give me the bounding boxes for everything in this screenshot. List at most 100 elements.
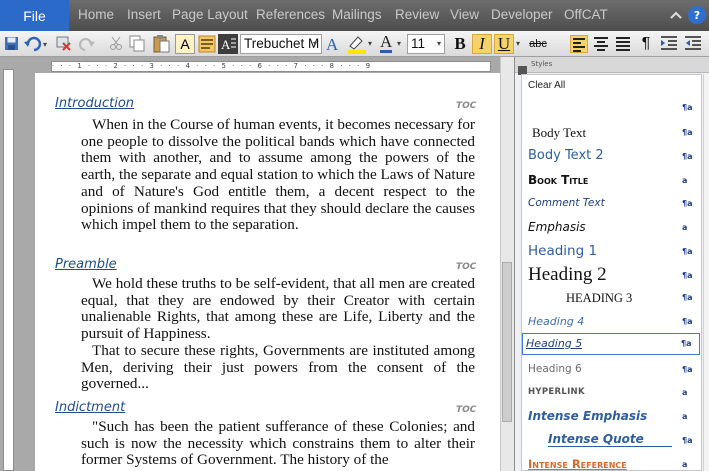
style-item-body-text-2[interactable]: Body Text 2 ¶a — [522, 147, 700, 167]
underline-dropdown-icon[interactable]: ▾ — [516, 34, 520, 54]
undo-icon[interactable] — [24, 36, 42, 56]
show-formatting-button[interactable]: ¶ — [636, 34, 656, 54]
style-item-emphasis[interactable]: Emphasis a — [522, 218, 700, 238]
save-icon[interactable] — [4, 36, 19, 55]
style-item-body-text[interactable]: Body Text ¶a — [522, 123, 700, 143]
character-style-icon: a — [682, 223, 688, 232]
tab-home[interactable]: Home — [78, 7, 114, 22]
style-label: Body Text — [532, 125, 587, 140]
text-highlight-style-icon[interactable]: A — [175, 34, 195, 54]
styles-pane-icon[interactable]: A — [218, 34, 238, 54]
paragraph-style-icon: ¶a — [682, 247, 693, 256]
style-item-heading-6[interactable]: Heading 6 ¶a — [522, 361, 700, 379]
copy-icon[interactable] — [129, 35, 146, 56]
style-label: Emphasis — [528, 220, 586, 234]
style-label: Heading 5 — [526, 337, 583, 350]
styles-gallery-icon[interactable] — [198, 35, 216, 57]
highlight-dropdown-icon[interactable]: ▾ — [368, 34, 372, 54]
paragraph[interactable]: When in the Course of human events, it b… — [81, 116, 475, 234]
undo-dropdown-icon[interactable]: ▾ — [43, 40, 47, 49]
text-color-icon[interactable]: A — [380, 33, 393, 53]
style-label: HYPERLINK — [528, 387, 585, 397]
justify-button[interactable] — [614, 35, 632, 53]
style-item-heading-4[interactable]: Heading 4 ¶a — [522, 313, 700, 331]
indent-icon[interactable] — [660, 34, 678, 56]
style-label: HEADING 3 — [566, 291, 633, 305]
clear-formatting-icon[interactable] — [56, 35, 73, 56]
align-left-button[interactable] — [570, 35, 588, 53]
text-color-dropdown-icon[interactable]: ▾ — [397, 34, 401, 54]
heading-preamble[interactable]: Preamble — [55, 257, 117, 272]
paragraph[interactable]: "Such has been the patient sufferance of… — [81, 418, 475, 469]
style-item-heading-3[interactable]: HEADING 3 ¶a — [522, 289, 700, 307]
cut-icon[interactable] — [109, 36, 123, 55]
paste-icon[interactable] — [153, 34, 170, 57]
heading-indictment[interactable]: Indictment — [55, 400, 125, 415]
style-item-heading-1[interactable]: Heading 1 ¶a — [522, 241, 700, 263]
style-label: Clear All — [528, 80, 566, 91]
tab-view[interactable]: View — [450, 7, 479, 22]
toc-marker: TOC — [456, 101, 477, 111]
style-item-book-title[interactable]: Book Title a — [522, 171, 700, 191]
style-item-heading-2[interactable]: Heading 2 ¶a — [522, 263, 700, 289]
paragraph-style-icon: ¶a — [681, 339, 692, 348]
help-icon[interactable]: ? — [688, 6, 706, 24]
style-item-comment-text[interactable]: Comment Text ¶a — [522, 195, 700, 213]
paragraph[interactable]: That to secure these rights, Governments… — [81, 342, 475, 393]
styles-pane: Styles Clear All ¶a Body Text ¶a Body Te… — [514, 57, 709, 471]
style-label: Intense Quote — [548, 432, 672, 447]
style-item-intense-emphasis[interactable]: Intense Emphasis a — [522, 407, 700, 427]
styles-scrollbar[interactable] — [703, 74, 709, 471]
tab-offcat[interactable]: OffCAT — [564, 7, 608, 22]
italic-button[interactable]: I — [472, 34, 492, 54]
tab-page-layout[interactable]: Page Layout — [172, 7, 248, 22]
style-label: Comment Text — [528, 197, 605, 209]
styles-pane-title: Styles — [531, 60, 553, 68]
font-size-dropdown-icon[interactable]: ▾ — [437, 34, 441, 54]
style-item-hyperlink[interactable]: HYPERLINK a — [522, 385, 700, 401]
tab-insert[interactable]: Insert — [127, 7, 161, 22]
chevron-up-icon[interactable] — [667, 6, 685, 24]
style-label: Book Title — [528, 173, 589, 187]
paragraph-style-icon: ¶a — [682, 365, 693, 374]
document-page[interactable]: Introduction TOC When in the Course of h… — [35, 73, 500, 471]
redo-icon[interactable] — [78, 36, 95, 55]
bold-button[interactable]: B — [450, 34, 470, 54]
style-label: Intense Emphasis — [528, 409, 648, 423]
highlight-pen-icon[interactable] — [346, 34, 368, 58]
style-item-heading-5[interactable]: Heading 5 ¶a — [522, 333, 700, 355]
style-item-blank[interactable]: ¶a — [522, 101, 700, 115]
style-item-clear-all[interactable]: Clear All — [522, 80, 700, 94]
style-label: Intense Reference — [528, 457, 627, 471]
tab-mailings[interactable]: Mailings — [332, 7, 382, 22]
underline-button[interactable]: U — [494, 34, 514, 54]
tab-file[interactable]: File — [0, 0, 69, 31]
tab-review[interactable]: Review — [395, 7, 439, 22]
styles-pane-header: Styles — [515, 57, 709, 75]
font-name-dropdown-icon[interactable]: ▾ — [313, 34, 317, 54]
toc-marker: TOC — [456, 405, 477, 415]
paragraph[interactable]: We hold these truths to be self-evident,… — [81, 275, 475, 343]
font-name-combo[interactable]: Trebuchet M — [240, 34, 322, 54]
style-label: Heading 6 — [528, 363, 582, 375]
font-color-icon[interactable]: A — [326, 35, 338, 55]
character-style-icon: a — [682, 460, 688, 469]
paragraph-style-icon: ¶a — [682, 436, 693, 445]
style-label: Heading 4 — [528, 315, 585, 328]
word-window: File Home Insert Page Layout References … — [0, 0, 709, 471]
horizontal-ruler: · · · 1 · · · 2 · · · 3 · · · 4 · · · 5 … — [35, 57, 500, 73]
tab-references[interactable]: References — [256, 7, 325, 22]
tab-developer[interactable]: Developer — [491, 7, 553, 22]
outdent-icon[interactable] — [684, 34, 702, 56]
horizontal-ruler-strip[interactable]: · · · 1 · · · 2 · · · 3 · · · 4 · · · 5 … — [51, 61, 491, 72]
paragraph-style-icon: ¶a — [682, 152, 693, 161]
heading-introduction[interactable]: Introduction — [55, 96, 134, 111]
strikethrough-button[interactable]: abc — [526, 34, 550, 54]
paragraph-style-icon: ¶a — [682, 128, 693, 137]
style-item-intense-reference[interactable]: Intense Reference a — [522, 456, 700, 471]
style-item-intense-quote[interactable]: Intense Quote ¶a — [522, 431, 700, 451]
vertical-ruler — [0, 57, 35, 471]
align-center-button[interactable] — [592, 35, 610, 53]
toc-marker: TOC — [456, 262, 477, 272]
scrollbar-thumb[interactable] — [502, 262, 512, 422]
